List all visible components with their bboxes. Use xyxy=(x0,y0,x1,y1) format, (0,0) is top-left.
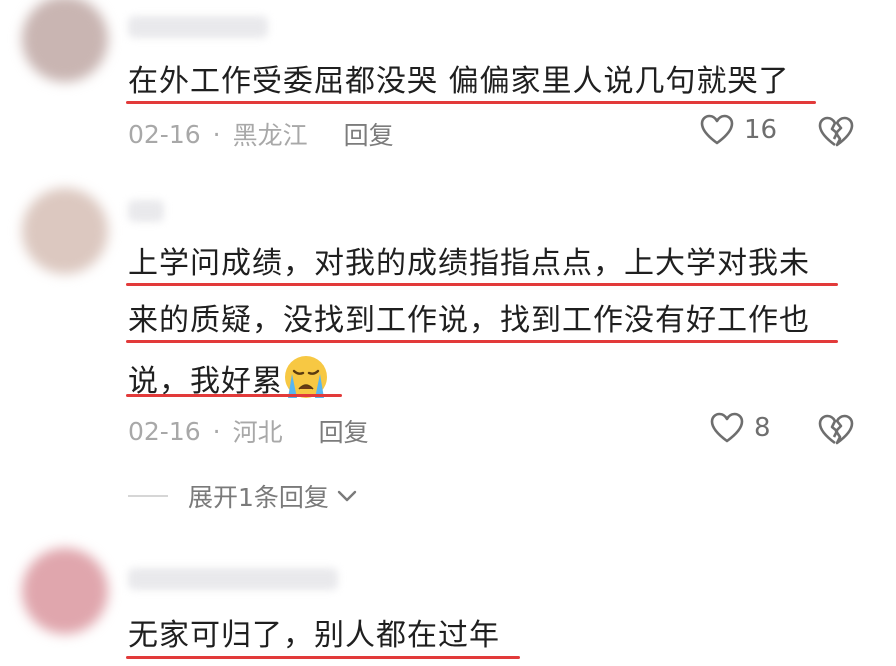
highlight-underline xyxy=(126,101,816,104)
avatar[interactable] xyxy=(22,188,108,274)
username-blurred[interactable] xyxy=(128,568,338,590)
comment-date: 02-16 xyxy=(128,416,201,446)
heart-icon xyxy=(700,114,734,145)
dislike-button[interactable] xyxy=(818,414,854,450)
comment-text: 在外工作受委屈都没哭 偏偏家里人说几句就哭了 xyxy=(128,64,790,99)
avatar[interactable] xyxy=(22,0,108,82)
broken-heart-icon xyxy=(818,414,854,445)
comment-region: 黑龙江 xyxy=(232,121,308,150)
comment-line: 来的质疑，没找到工作说，找到工作没有好工作也 xyxy=(128,303,810,338)
like-button[interactable]: 16 xyxy=(700,114,777,146)
highlight-underline xyxy=(126,394,342,397)
highlight-underline xyxy=(126,656,520,659)
reply-button[interactable]: 回复 xyxy=(344,116,394,152)
username-blurred[interactable] xyxy=(128,200,164,222)
separator: · xyxy=(212,119,221,149)
divider xyxy=(128,495,168,497)
highlight-underline xyxy=(126,340,838,343)
comment-text: 无家可归了，别人都在过年 xyxy=(128,618,500,653)
expand-replies-button[interactable]: 展开1条回复 xyxy=(128,478,357,514)
like-count: 16 xyxy=(744,115,778,145)
comment-text: 上学问成绩，对我的成绩指指点点，上大学对我未 来的质疑，没找到工作说，找到工作没… xyxy=(128,240,858,406)
heart-icon xyxy=(710,412,744,443)
like-count: 8 xyxy=(754,413,771,443)
comment-meta: 02-16 · 河北 回复 xyxy=(128,413,369,449)
separator: · xyxy=(212,416,221,446)
expand-replies-label: 展开1条回复 xyxy=(188,483,329,512)
comment-meta: 02-16 · 黑龙江 回复 xyxy=(128,116,394,152)
comment-date: 02-16 xyxy=(128,119,201,149)
broken-heart-icon xyxy=(818,116,854,147)
highlight-underline xyxy=(126,283,838,286)
dislike-button[interactable] xyxy=(818,116,854,152)
username-blurred[interactable] xyxy=(128,16,268,38)
like-button[interactable]: 8 xyxy=(710,412,771,444)
comment-region: 河北 xyxy=(232,418,283,447)
chevron-down-icon xyxy=(337,490,357,502)
comment-line: 说，我好累 xyxy=(128,354,858,406)
avatar[interactable] xyxy=(22,548,108,634)
reply-button[interactable]: 回复 xyxy=(319,413,369,449)
comment-line: 上学问成绩，对我的成绩指指点点，上大学对我未 xyxy=(128,246,810,281)
